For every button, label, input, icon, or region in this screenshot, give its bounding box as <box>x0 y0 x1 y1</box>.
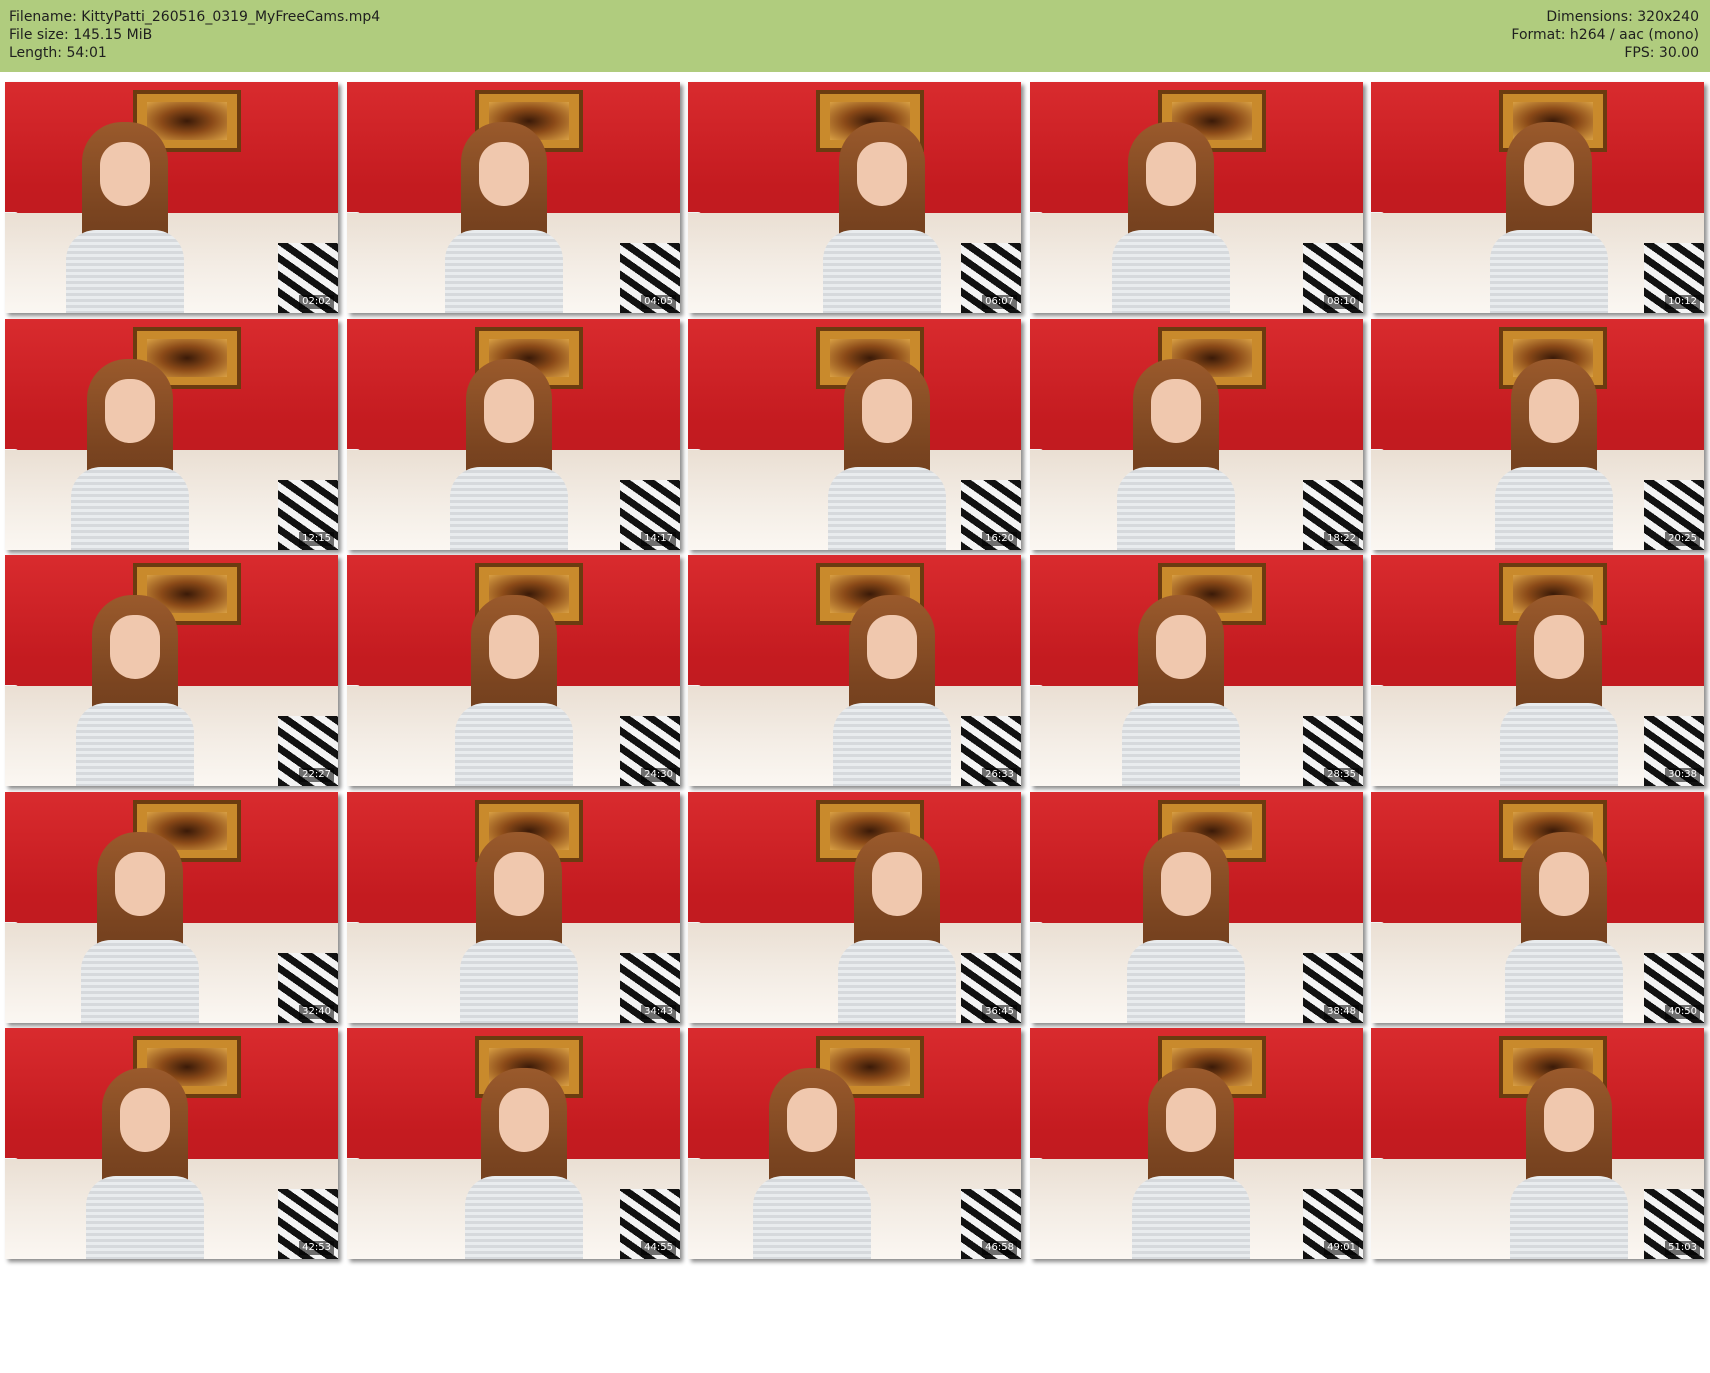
video-thumbnail[interactable]: 28:35 <box>1030 555 1363 786</box>
video-thumbnail[interactable]: 49:01 <box>1030 1028 1363 1259</box>
format-text: Format: h264 / aac (mono) <box>1511 27 1699 43</box>
timestamp-label: 02:02 <box>299 295 334 309</box>
person <box>444 349 574 550</box>
timestamp-label: 34:43 <box>641 1005 676 1019</box>
person <box>747 1058 877 1259</box>
file-info: Filename: KittyPatti_260516_0319_MyFreeC… <box>9 8 380 62</box>
video-thumbnail[interactable]: 26:33 <box>688 555 1021 786</box>
timestamp-label: 32:40 <box>299 1005 334 1019</box>
person <box>1489 349 1619 550</box>
person <box>1106 112 1236 313</box>
person <box>1111 349 1241 550</box>
video-thumbnail[interactable]: 08:10 <box>1030 82 1363 313</box>
person <box>817 112 947 313</box>
person <box>60 112 190 313</box>
timestamp-label: 36:45 <box>982 1005 1017 1019</box>
video-thumbnail[interactable]: 34:43 <box>347 792 680 1023</box>
video-thumbnail[interactable]: 18:22 <box>1030 319 1363 550</box>
person <box>822 349 952 550</box>
person <box>1499 822 1629 1023</box>
info-header: Filename: KittyPatti_260516_0319_MyFreeC… <box>0 0 1710 72</box>
person <box>1494 585 1624 786</box>
timestamp-label: 20:25 <box>1665 532 1700 546</box>
video-thumbnail[interactable]: 51:03 <box>1371 1028 1704 1259</box>
person <box>1504 1058 1634 1259</box>
timestamp-label: 04:05 <box>641 295 676 309</box>
person <box>65 349 195 550</box>
filename-text: Filename: KittyPatti_260516_0319_MyFreeC… <box>9 9 381 25</box>
timestamp-label: 08:10 <box>1324 295 1359 309</box>
person <box>80 1058 210 1259</box>
video-thumbnail[interactable]: 30:38 <box>1371 555 1704 786</box>
person <box>1121 822 1251 1023</box>
video-thumbnail[interactable]: 40:50 <box>1371 792 1704 1023</box>
timestamp-label: 22:27 <box>299 768 334 782</box>
video-thumbnail[interactable]: 46:58 <box>688 1028 1021 1259</box>
video-thumbnail[interactable]: 04:05 <box>347 82 680 313</box>
thumbnail-grid: 02:02 04:05 06:07 08:10 10:12 12:15 14:17 16:20… <box>5 82 1705 1372</box>
video-thumbnail[interactable]: 24:30 <box>347 555 680 786</box>
timestamp-label: 49:01 <box>1324 1241 1359 1255</box>
video-thumbnail[interactable]: 32:40 <box>5 792 338 1023</box>
video-thumbnail[interactable]: 02:02 <box>5 82 338 313</box>
video-thumbnail[interactable]: 10:12 <box>1371 82 1704 313</box>
person <box>1116 585 1246 786</box>
person <box>459 1058 589 1259</box>
timestamp-label: 10:12 <box>1665 295 1700 309</box>
person <box>832 822 962 1023</box>
timestamp-label: 06:07 <box>982 295 1017 309</box>
timestamp-label: 14:17 <box>641 532 676 546</box>
timestamp-label: 46:58 <box>982 1241 1017 1255</box>
media-info: Dimensions: 320x240 Format: h264 / aac (… <box>1511 8 1699 62</box>
person <box>454 822 584 1023</box>
timestamp-label: 12:15 <box>299 532 334 546</box>
timestamp-label: 18:22 <box>1324 532 1359 546</box>
length-text: Length: 54:01 <box>9 45 107 61</box>
person <box>1484 112 1614 313</box>
timestamp-label: 38:48 <box>1324 1005 1359 1019</box>
video-thumbnail[interactable]: 14:17 <box>347 319 680 550</box>
timestamp-label: 24:30 <box>641 768 676 782</box>
person <box>70 585 200 786</box>
person <box>449 585 579 786</box>
timestamp-label: 42:53 <box>299 1241 334 1255</box>
video-thumbnail[interactable]: 22:27 <box>5 555 338 786</box>
video-thumbnail[interactable]: 12:15 <box>5 319 338 550</box>
timestamp-label: 30:38 <box>1665 768 1700 782</box>
video-thumbnail[interactable]: 42:53 <box>5 1028 338 1259</box>
video-thumbnail[interactable]: 16:20 <box>688 319 1021 550</box>
fps-text: FPS: 30.00 <box>1624 45 1699 61</box>
video-thumbnail[interactable]: 38:48 <box>1030 792 1363 1023</box>
timestamp-label: 40:50 <box>1665 1005 1700 1019</box>
timestamp-label: 26:33 <box>982 768 1017 782</box>
video-thumbnail[interactable]: 44:55 <box>347 1028 680 1259</box>
person <box>1126 1058 1256 1259</box>
dimensions-text: Dimensions: 320x240 <box>1546 9 1699 25</box>
timestamp-label: 44:55 <box>641 1241 676 1255</box>
timestamp-label: 28:35 <box>1324 768 1359 782</box>
person <box>439 112 569 313</box>
video-thumbnail[interactable]: 36:45 <box>688 792 1021 1023</box>
person <box>75 822 205 1023</box>
person <box>827 585 957 786</box>
timestamp-label: 51:03 <box>1665 1241 1700 1255</box>
filesize-text: File size: 145.15 MiB <box>9 27 153 43</box>
timestamp-label: 16:20 <box>982 532 1017 546</box>
video-thumbnail[interactable]: 20:25 <box>1371 319 1704 550</box>
video-thumbnail[interactable]: 06:07 <box>688 82 1021 313</box>
